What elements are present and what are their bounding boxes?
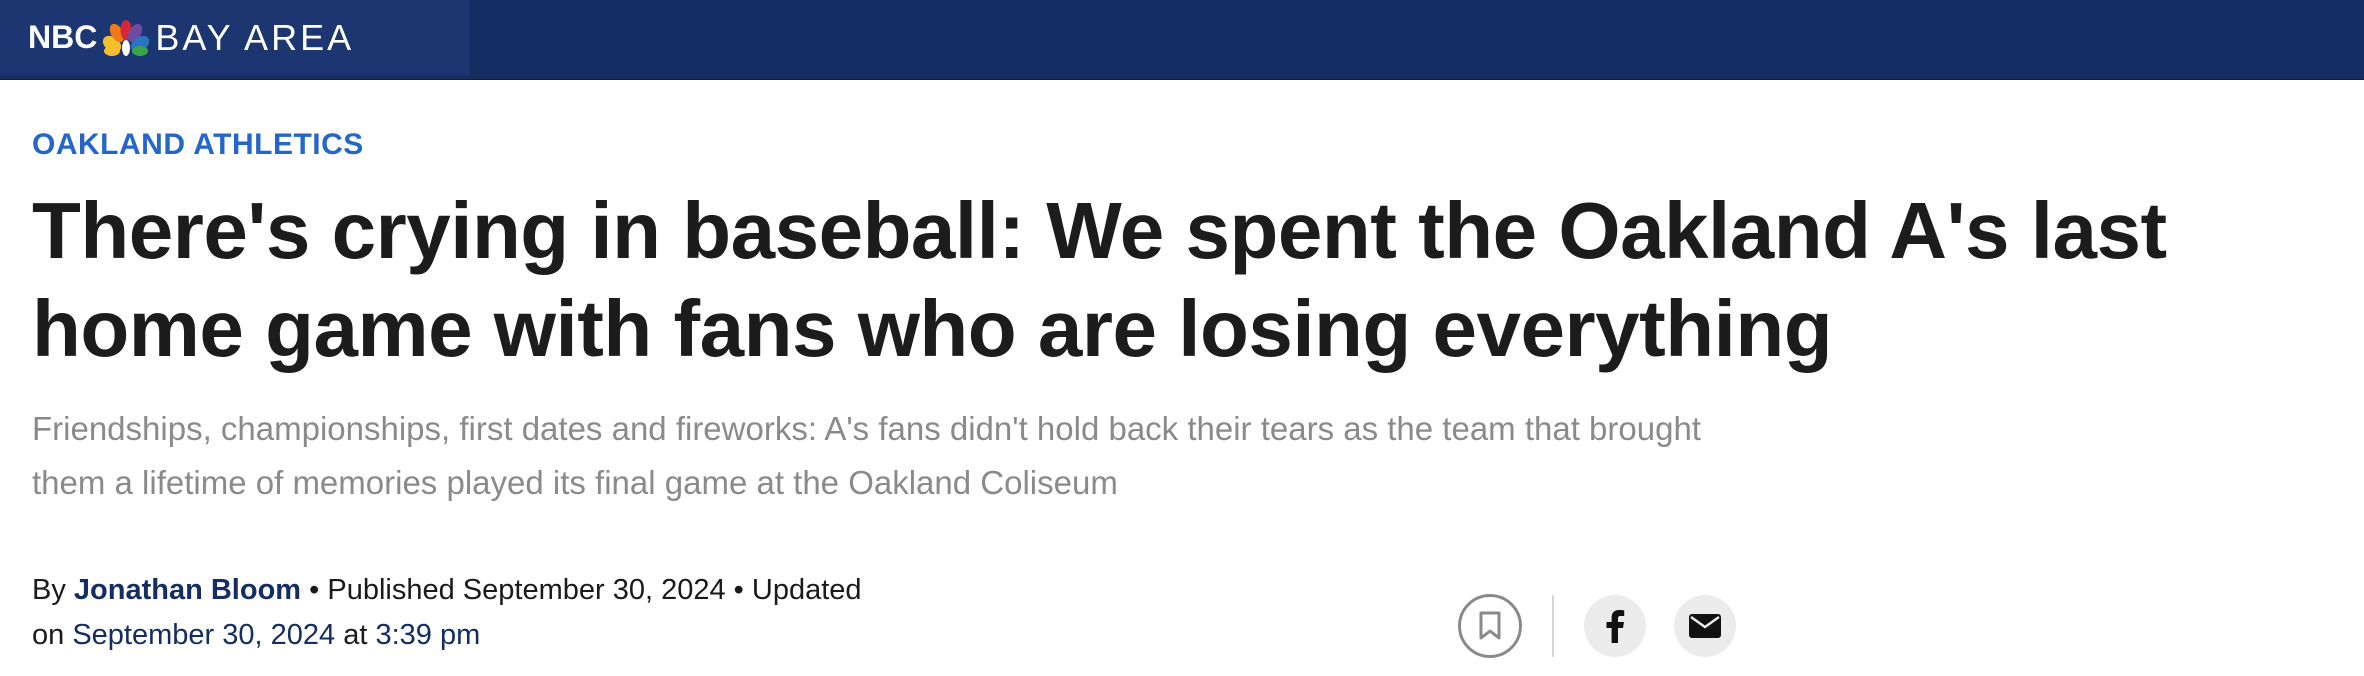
top-navigation-bar: NBC BAY AREA [0, 0, 2364, 80]
logo-nbc-text: NBC [28, 19, 98, 55]
article-subheadline: Friendships, championships, first dates … [32, 410, 1701, 501]
bookmark-button[interactable] [1458, 594, 1522, 658]
email-share-button[interactable] [1674, 595, 1736, 657]
site-logo[interactable]: NBC BAY AREA [0, 0, 470, 75]
published-date: September 30, 2024 [462, 574, 726, 606]
peacock-icon [103, 19, 150, 56]
facebook-icon [1606, 610, 1625, 643]
published-label: Published [327, 574, 455, 606]
email-icon [1689, 614, 1721, 638]
updated-date: September 30, 2024 [72, 619, 336, 651]
article-headline: There's crying in baseball: We spent the… [32, 186, 2167, 373]
facebook-share-button[interactable] [1584, 595, 1646, 657]
byline-separator: • [733, 574, 744, 606]
author-link[interactable]: Jonathan Bloom [74, 574, 301, 606]
updated-time: 3:39 pm [375, 619, 481, 651]
byline-separator: • [309, 574, 320, 606]
byline-by: By [32, 574, 66, 606]
logo-bay-area-text: BAY AREA [155, 16, 355, 58]
byline: By Jonathan Bloom • Published September … [32, 568, 932, 658]
category-link[interactable]: OAKLAND ATHLETICS [32, 128, 364, 162]
action-divider [1552, 595, 1554, 657]
share-actions [1458, 592, 1736, 660]
updated-on-label: on [32, 619, 65, 651]
updated-label: Updated [751, 574, 862, 606]
bookmark-icon [1479, 611, 1501, 640]
updated-at-label: at [343, 619, 368, 651]
